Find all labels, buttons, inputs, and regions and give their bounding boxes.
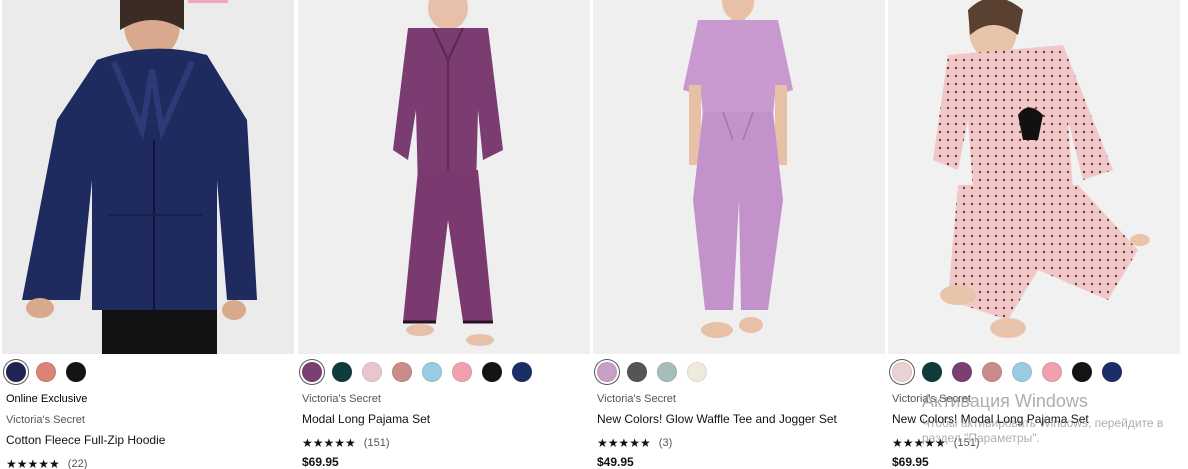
color-swatch[interactable] [6, 362, 26, 382]
product-name[interactable]: New Colors! Modal Long Pajama Set [892, 410, 1180, 428]
product-brand: Victoria's Secret [597, 393, 676, 405]
color-swatch[interactable] [482, 362, 502, 382]
product-info: Victoria's Secret Modal Long Pajama Set … [302, 392, 590, 469]
review-count[interactable]: (3) [659, 437, 672, 449]
product-info: Online Exclusive Victoria's Secret Cotto… [6, 392, 294, 469]
product-info: Victoria's Secret New Colors! Modal Long… [892, 392, 1180, 469]
product-rating: ★★★★★ (22) [6, 456, 294, 469]
product-price: $69.95 [892, 455, 929, 469]
product-rating: ★★★★★ (151) [302, 435, 590, 451]
color-swatch[interactable] [1072, 362, 1092, 382]
color-swatch[interactable] [627, 362, 647, 382]
pink-pajama-photo [888, 0, 1180, 354]
product-brand: Victoria's Secret [892, 393, 971, 405]
product-image[interactable] [593, 0, 885, 354]
product-brand: Victoria's Secret [6, 414, 85, 426]
color-swatch[interactable] [302, 362, 322, 382]
star-rating-icon: ★★★★★ [6, 457, 60, 469]
color-swatch[interactable] [657, 362, 677, 382]
online-exclusive-badge: Online Exclusive [6, 393, 88, 405]
color-swatch[interactable] [892, 362, 912, 382]
star-rating-icon: ★★★★★ [892, 436, 946, 450]
color-swatch[interactable] [36, 362, 56, 382]
product-name[interactable]: Modal Long Pajama Set [302, 410, 590, 428]
product-image[interactable] [298, 0, 590, 354]
star-rating-icon: ★★★★★ [302, 436, 356, 450]
product-card-hoodie[interactable]: Online Exclusive Victoria's Secret Cotto… [2, 0, 294, 469]
product-image[interactable] [2, 0, 294, 354]
product-card-waffle-set[interactable]: Victoria's Secret New Colors! Glow Waffl… [593, 0, 885, 469]
purple-pajama-photo [298, 0, 590, 354]
product-name[interactable]: New Colors! Glow Waffle Tee and Jogger S… [597, 410, 885, 428]
color-swatches [892, 362, 1122, 384]
color-swatch[interactable] [362, 362, 382, 382]
product-card-modal-pajama[interactable]: Victoria's Secret Modal Long Pajama Set … [298, 0, 590, 469]
color-swatch[interactable] [922, 362, 942, 382]
product-grid: Online Exclusive Victoria's Secret Cotto… [0, 0, 1188, 469]
product-price: $69.95 [302, 455, 339, 469]
review-count[interactable]: (151) [364, 437, 390, 449]
color-swatch[interactable] [982, 362, 1002, 382]
color-swatch[interactable] [66, 362, 86, 382]
color-swatches [6, 362, 86, 384]
hoodie-photo [2, 0, 294, 354]
lilac-waffle-photo [593, 0, 885, 354]
color-swatch[interactable] [422, 362, 442, 382]
product-brand: Victoria's Secret [302, 393, 381, 405]
color-swatch[interactable] [1012, 362, 1032, 382]
color-swatch[interactable] [952, 362, 972, 382]
color-swatch[interactable] [392, 362, 412, 382]
product-image[interactable] [888, 0, 1180, 354]
color-swatch[interactable] [1102, 362, 1122, 382]
color-swatch[interactable] [452, 362, 472, 382]
product-info: Victoria's Secret New Colors! Glow Waffl… [597, 392, 885, 469]
promo-tag [188, 0, 228, 3]
review-count[interactable]: (151) [954, 437, 980, 449]
product-rating: ★★★★★ (3) [597, 435, 885, 451]
color-swatch[interactable] [597, 362, 617, 382]
product-rating: ★★★★★ (151) [892, 435, 1180, 451]
product-name[interactable]: Cotton Fleece Full-Zip Hoodie [6, 431, 294, 449]
product-card-new-modal-pajama[interactable]: Victoria's Secret New Colors! Modal Long… [888, 0, 1180, 469]
review-count[interactable]: (22) [68, 458, 88, 469]
color-swatches [302, 362, 532, 384]
color-swatch[interactable] [332, 362, 352, 382]
color-swatch[interactable] [687, 362, 707, 382]
color-swatches [597, 362, 707, 384]
color-swatch[interactable] [512, 362, 532, 382]
star-rating-icon: ★★★★★ [597, 436, 651, 450]
product-price: $49.95 [597, 455, 634, 469]
color-swatch[interactable] [1042, 362, 1062, 382]
